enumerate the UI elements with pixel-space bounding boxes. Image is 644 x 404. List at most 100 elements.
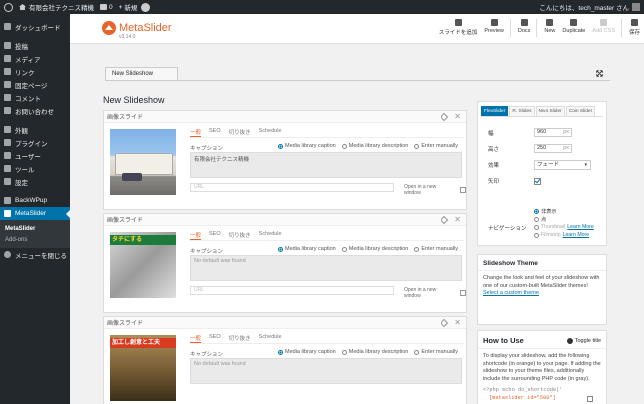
sidebar-item-posts[interactable]: 投稿 (0, 39, 70, 52)
edit-icon[interactable] (440, 318, 449, 327)
radio-enter-manually[interactable]: Enter manually (414, 349, 458, 355)
close-icon[interactable]: ✕ (454, 112, 461, 121)
close-icon[interactable]: ✕ (454, 215, 461, 224)
sidebar-item-comments[interactable]: コメント (0, 91, 70, 104)
sidebar-item-dashboard[interactable]: ダッシュボード (0, 20, 70, 33)
admin-sidebar: ダッシュボード 投稿 メディア リンク 固定ページ コメント お問い合わせ 外観… (0, 14, 70, 404)
preview-button[interactable]: Preview (484, 19, 504, 37)
comments-link[interactable]: 0 (100, 0, 113, 14)
new-window-option: Open in a new window (404, 287, 466, 299)
sidebar-item-backwpup[interactable]: BackWPup (0, 194, 70, 207)
submenu-item-metaslider[interactable]: MetaSlider (0, 223, 70, 234)
width-input[interactable]: 960 px (534, 128, 572, 137)
sidebar-item-links[interactable]: リンク (0, 65, 70, 78)
url-input[interactable]: URL (190, 183, 394, 192)
close-icon[interactable]: ✕ (454, 318, 461, 327)
tab-flexslider[interactable]: FlexSlider (481, 106, 509, 116)
url-input[interactable]: URL (190, 286, 394, 295)
tab-general[interactable]: 一般 (190, 334, 202, 343)
save-button[interactable]: 保存 (629, 19, 640, 37)
new-content-menu[interactable]: + 新規 (119, 0, 138, 14)
height-input[interactable]: 250 px (534, 144, 572, 153)
account-menu[interactable]: こんにちは、tech_master さん (539, 2, 640, 12)
radio-label: Filmstrip (541, 232, 561, 238)
sidebar-item-users[interactable]: ユーザー (0, 149, 70, 162)
add-css-button[interactable]: Add CSS (592, 19, 615, 37)
tab-schedule[interactable]: Schedule (259, 128, 282, 137)
wrench-icon (4, 165, 11, 172)
sidebar-item-plugins[interactable]: プラグイン (0, 136, 70, 149)
slide-thumbnail[interactable] (110, 129, 176, 195)
new-window-checkbox[interactable] (460, 187, 466, 193)
sidebar-item-metaslider[interactable]: MetaSlider (0, 207, 70, 220)
learn-more-link[interactable]: Learn More (563, 232, 590, 238)
radio-media-description[interactable]: Media library description (341, 349, 409, 355)
tab-seo[interactable]: SEO (209, 334, 221, 343)
new-window-option: Open in a new window (404, 184, 466, 196)
tab-seo[interactable]: SEO (209, 231, 221, 240)
caption-textarea[interactable]: No default was found (190, 255, 462, 281)
new-button[interactable]: New (544, 19, 555, 37)
toggle-title-control[interactable]: Toggle title (566, 337, 601, 344)
tab-seo[interactable]: SEO (209, 128, 221, 137)
sidebar-item-settings[interactable]: 設定 (0, 175, 70, 188)
slide-thumbnail[interactable]: 加工し創意と工夫 (110, 335, 176, 401)
shortcode-block[interactable]: <?php echo do_shortcode(' [metaslider id… (478, 387, 606, 402)
caption-textarea[interactable]: No default was found (190, 358, 462, 384)
height-value: 250 (537, 145, 547, 151)
add-slide-button[interactable]: スライドを追加 (439, 19, 477, 37)
radio-label: Media library description (348, 349, 409, 355)
settings-icon (4, 178, 11, 185)
tab-general[interactable]: 一般 (190, 231, 202, 240)
docs-button[interactable]: Docs (518, 19, 530, 37)
site-name-link[interactable]: 有限会社テクニス精機 (19, 0, 94, 14)
radio-nav-filmstrip[interactable]: Filmstrip Learn More (534, 231, 594, 239)
learn-more-link[interactable]: Learn More (567, 224, 594, 230)
slide-thumbnail[interactable]: タチにする (110, 232, 176, 298)
sidebar-item-appearance[interactable]: 外観 (0, 123, 70, 136)
caption-textarea[interactable]: 有限会社テクニス精機 (190, 152, 462, 178)
edit-icon[interactable] (440, 215, 449, 224)
tab-schedule[interactable]: Schedule (259, 231, 282, 240)
sidebar-item-pages[interactable]: 固定ページ (0, 78, 70, 91)
radio-media-description[interactable]: Media library description (341, 246, 408, 252)
expand-icon[interactable] (596, 70, 603, 77)
tab-crop[interactable]: 切り抜き (229, 128, 251, 137)
collapse-menu-button[interactable]: メニューを閉じる (0, 248, 70, 261)
toolbar: スライドを追加 Preview Docs New Duplicate Add C… (432, 19, 640, 37)
sidebar-item-tools[interactable]: ツール (0, 162, 70, 175)
wp-icon[interactable] (141, 2, 151, 12)
edit-icon[interactable] (440, 112, 449, 121)
new-icon (546, 19, 554, 26)
wordpress-logo-icon[interactable] (4, 2, 13, 12)
tab-schedule[interactable]: Schedule (259, 334, 282, 343)
duplicate-icon (570, 19, 578, 26)
tab-nivo-slider[interactable]: Nivo Slider (535, 106, 565, 116)
submenu-item-addons[interactable]: Add-ons (0, 234, 70, 245)
radio-nav-hidden[interactable]: 非表示 (534, 207, 594, 215)
radio-nav-thumbnail[interactable]: Thumbnail Learn More (534, 223, 594, 231)
radio-media-caption[interactable]: Media library caption (278, 143, 336, 149)
tab-coin-slider[interactable]: Coin Slider (565, 106, 596, 116)
sidebar-item-label: コメント (15, 95, 41, 103)
new-window-checkbox[interactable] (460, 290, 466, 296)
radio-enter-manually[interactable]: Enter manually (414, 143, 458, 149)
tab-rslides[interactable]: R. Slides (509, 106, 535, 116)
admin-bar: 有限会社テクニス精機 0 + 新規 こんにちは、tech_master さん (0, 0, 644, 14)
tab-crop[interactable]: 切り抜き (229, 231, 251, 240)
radio-media-description[interactable]: Media library description (341, 143, 408, 149)
sidebar-item-media[interactable]: メディア (0, 52, 70, 65)
sidebar-item-contact[interactable]: お問い合わせ (0, 104, 70, 117)
duplicate-button[interactable]: Duplicate (562, 19, 585, 37)
tab-new-slideshow[interactable]: New Slideshow (105, 67, 178, 81)
tab-general[interactable]: 一般 (190, 128, 202, 137)
tab-crop[interactable]: 切り抜き (229, 334, 251, 343)
select-theme-link[interactable]: Select a custom theme (483, 290, 539, 296)
radio-nav-dots[interactable]: 点 (534, 215, 594, 223)
radio-media-caption[interactable]: Media library caption (278, 349, 336, 355)
copy-icon[interactable] (587, 395, 593, 402)
radio-media-caption[interactable]: Media library caption (278, 246, 336, 252)
radio-enter-manually[interactable]: Enter manually (414, 246, 458, 252)
arrows-checkbox[interactable] (534, 177, 541, 185)
effect-select[interactable]: フェード ▾ (534, 160, 591, 170)
